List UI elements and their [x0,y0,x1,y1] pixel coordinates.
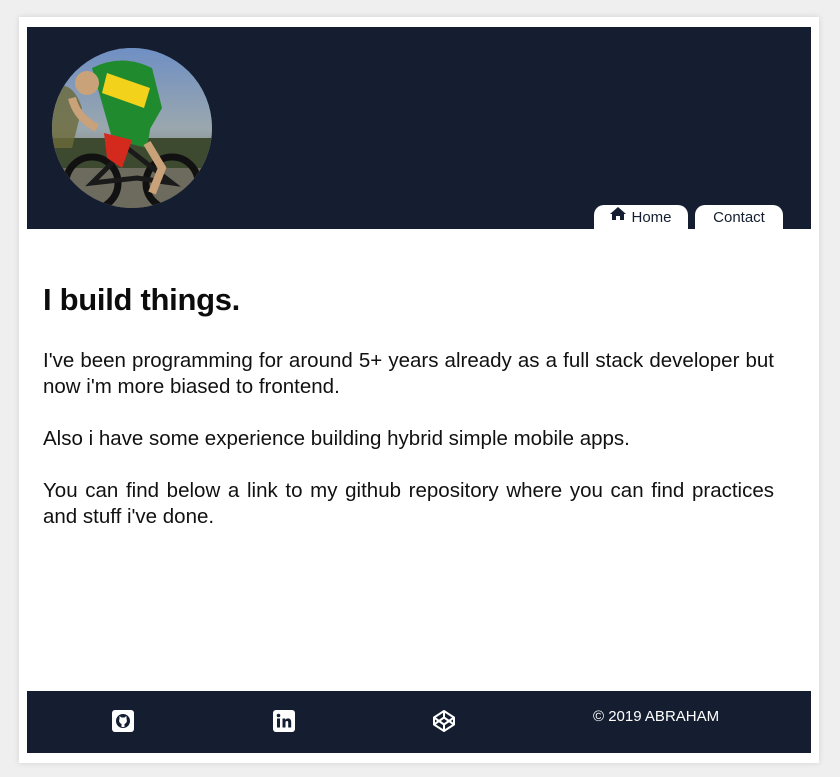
nav-contact-tab[interactable]: Contact [695,205,783,229]
home-icon [610,207,627,224]
github-paragraph: You can find below a link to my github r… [43,479,774,528]
linkedin-icon[interactable] [272,709,296,733]
intro-paragraph: I've been programming for around 5+ year… [43,349,774,398]
site-header: Home Contact [27,27,811,229]
site-footer: © 2019 ABRAHAM [27,691,811,753]
nav-home-label: Home [631,208,672,226]
cyclist-photo [52,48,212,208]
codepen-icon[interactable] [432,709,456,733]
mobile-paragraph: Also i have some experience building hyb… [43,427,630,450]
github-icon[interactable] [111,709,135,733]
nav-contact-label: Contact [713,208,765,226]
page-card: Home Contact I build things. I've been p… [19,17,819,763]
copyright-text: © 2019 ABRAHAM [593,708,720,725]
nav-home-tab[interactable]: Home [594,205,688,229]
main-content: I build things. I've been programming fo… [43,282,774,556]
avatar [52,48,212,208]
page-title: I build things. [43,282,240,317]
